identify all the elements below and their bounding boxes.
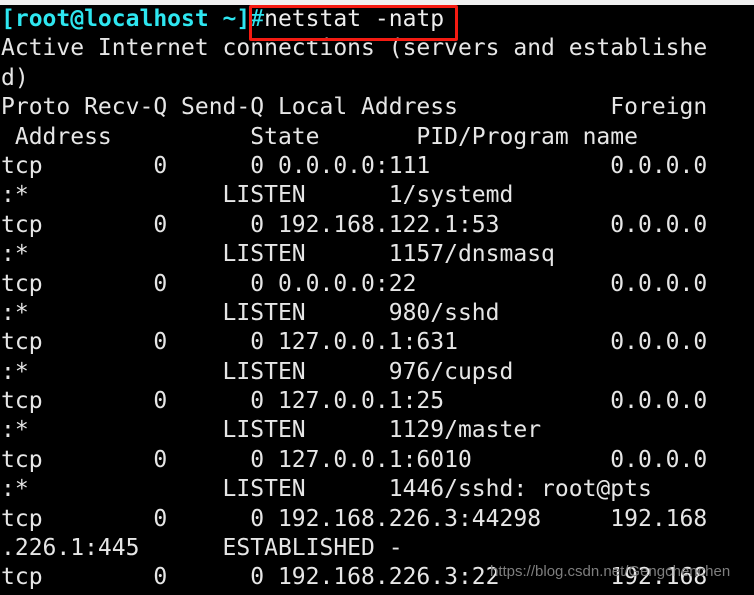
terminal-output-area[interactable]: [root@localhost ~]#netstat -natp Active … xyxy=(0,5,754,593)
prompt-hash-symbol: # xyxy=(250,6,265,32)
watermark-text: https://blog.csdn.net/Gengchenchen xyxy=(490,563,731,580)
table-row: .226.1:445 ESTABLISHED - xyxy=(1,535,403,562)
table-row: tcp 0 0 0.0.0.0:111 0.0.0.0 xyxy=(1,152,708,179)
output-line: d) xyxy=(1,64,29,91)
table-row: tcp 0 0 127.0.0.1:6010 0.0.0.0 xyxy=(1,446,708,473)
typed-command[interactable]: netstat -natp xyxy=(264,6,444,32)
table-row: tcp 0 0 192.168.122.1:53 0.0.0.0 xyxy=(1,211,708,238)
table-header-line: Address State PID/Program name xyxy=(1,123,638,150)
table-row: :* LISTEN 1/systemd xyxy=(1,182,514,209)
table-row: :* LISTEN 1129/master xyxy=(1,417,542,444)
shell-prompt: [root@localhost ~] xyxy=(1,6,251,32)
table-row: :* LISTEN 1446/sshd: root@pts xyxy=(1,476,652,503)
table-row: tcp 0 0 127.0.0.1:631 0.0.0.0 xyxy=(1,329,708,356)
table-header-line: Proto Recv-Q Send-Q Local Address Foreig… xyxy=(1,94,708,121)
prompt-line: [root@localhost ~]#netstat -natp xyxy=(0,5,754,34)
table-row: tcp 0 0 0.0.0.0:22 0.0.0.0 xyxy=(1,270,708,297)
table-row: :* LISTEN 1157/dnsmasq xyxy=(1,241,555,268)
table-row: :* LISTEN 976/cupsd xyxy=(1,358,514,385)
terminal-window[interactable]: [root@localhost ~]#netstat -natp Active … xyxy=(0,0,754,595)
table-row: tcp 0 0 192.168.226.3:44298 192.168 xyxy=(1,505,708,532)
table-row: :* LISTEN 980/sshd xyxy=(1,299,500,326)
output-line: Active Internet connections (servers and… xyxy=(1,35,708,62)
table-row: tcp 0 0 127.0.0.1:25 0.0.0.0 xyxy=(1,388,708,415)
